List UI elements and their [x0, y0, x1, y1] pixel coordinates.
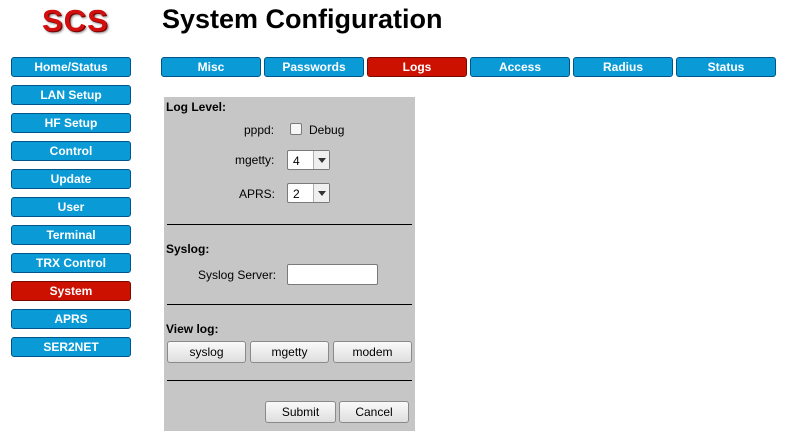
aprs-select[interactable]: 2: [287, 183, 330, 203]
aprs-label: APRS:: [239, 187, 276, 201]
section-divider: [167, 380, 412, 381]
pppd-label: pppd:: [244, 123, 275, 137]
mgetty-label: mgetty:: [235, 153, 275, 167]
sidebar-item-home-status[interactable]: Home/Status: [11, 57, 131, 77]
sidebar-item-terminal[interactable]: Terminal: [11, 225, 131, 245]
scs-logo: SCS: [42, 3, 109, 38]
aprs-select-value: 2: [293, 187, 300, 201]
sidebar-item-lan-setup[interactable]: LAN Setup: [11, 85, 131, 105]
chevron-down-icon: [313, 184, 329, 202]
tab-logs[interactable]: Logs: [367, 57, 467, 77]
sidebar-item-update[interactable]: Update: [11, 169, 131, 189]
page-title: System Configuration: [162, 4, 443, 34]
sidebar-item-control[interactable]: Control: [11, 141, 131, 161]
syslog-server-input[interactable]: [287, 264, 378, 285]
tab-radius[interactable]: Radius: [573, 57, 673, 77]
log-level-heading: Log Level:: [166, 100, 227, 114]
pppd-debug-checkbox[interactable]: [290, 123, 302, 135]
sidebar-item-user[interactable]: User: [11, 197, 131, 217]
view-mgetty-button[interactable]: mgetty: [250, 341, 329, 363]
mgetty-select[interactable]: 4: [287, 150, 330, 170]
view-modem-button[interactable]: modem: [333, 341, 412, 363]
chevron-down-icon: [313, 151, 329, 169]
sidebar-item-aprs[interactable]: APRS: [11, 309, 131, 329]
section-divider: [167, 304, 412, 305]
sidebar-item-ser2net[interactable]: SER2NET: [11, 337, 131, 357]
cancel-button[interactable]: Cancel: [339, 401, 409, 423]
section-divider: [167, 224, 412, 225]
view-syslog-button[interactable]: syslog: [167, 341, 246, 363]
tab-access[interactable]: Access: [470, 57, 570, 77]
sidebar-item-trx-control[interactable]: TRX Control: [11, 253, 131, 273]
pppd-debug-label: Debug: [309, 123, 345, 137]
view-log-heading: View log:: [166, 322, 219, 336]
logs-panel: Log Level: pppd: Debug mgetty: 4 APRS: 2…: [164, 97, 415, 431]
syslog-server-label: Syslog Server:: [198, 268, 277, 282]
tab-status[interactable]: Status: [676, 57, 776, 77]
sidebar-item-hf-setup[interactable]: HF Setup: [11, 113, 131, 133]
tab-misc[interactable]: Misc: [161, 57, 261, 77]
sidebar-item-system[interactable]: System: [11, 281, 131, 301]
submit-button[interactable]: Submit: [265, 401, 336, 423]
tab-passwords[interactable]: Passwords: [264, 57, 364, 77]
mgetty-select-value: 4: [293, 154, 300, 168]
syslog-heading: Syslog:: [166, 242, 210, 256]
